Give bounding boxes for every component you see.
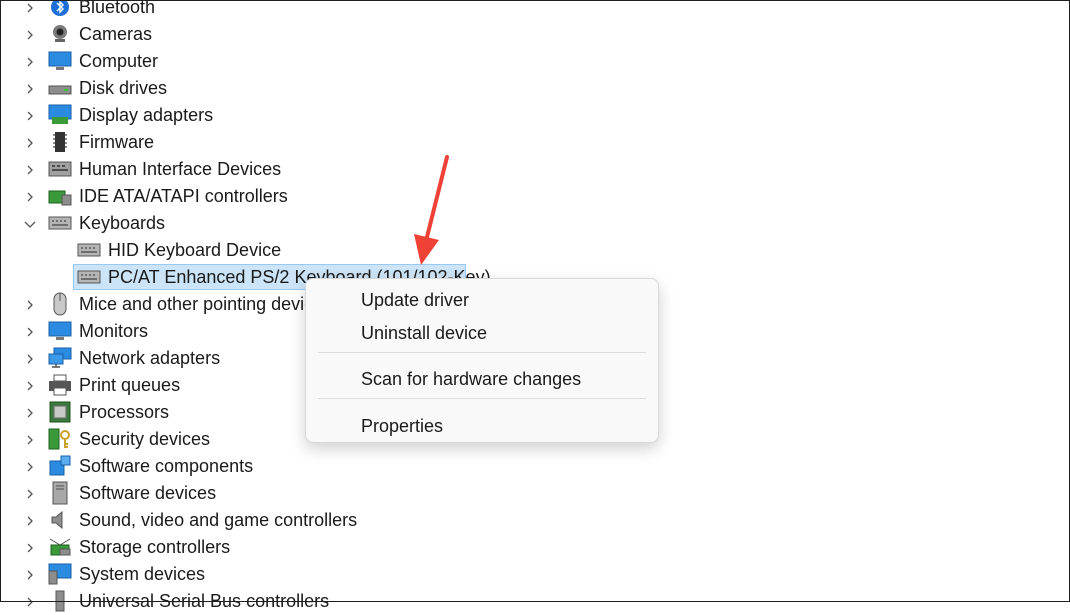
window-border <box>0 0 1070 602</box>
